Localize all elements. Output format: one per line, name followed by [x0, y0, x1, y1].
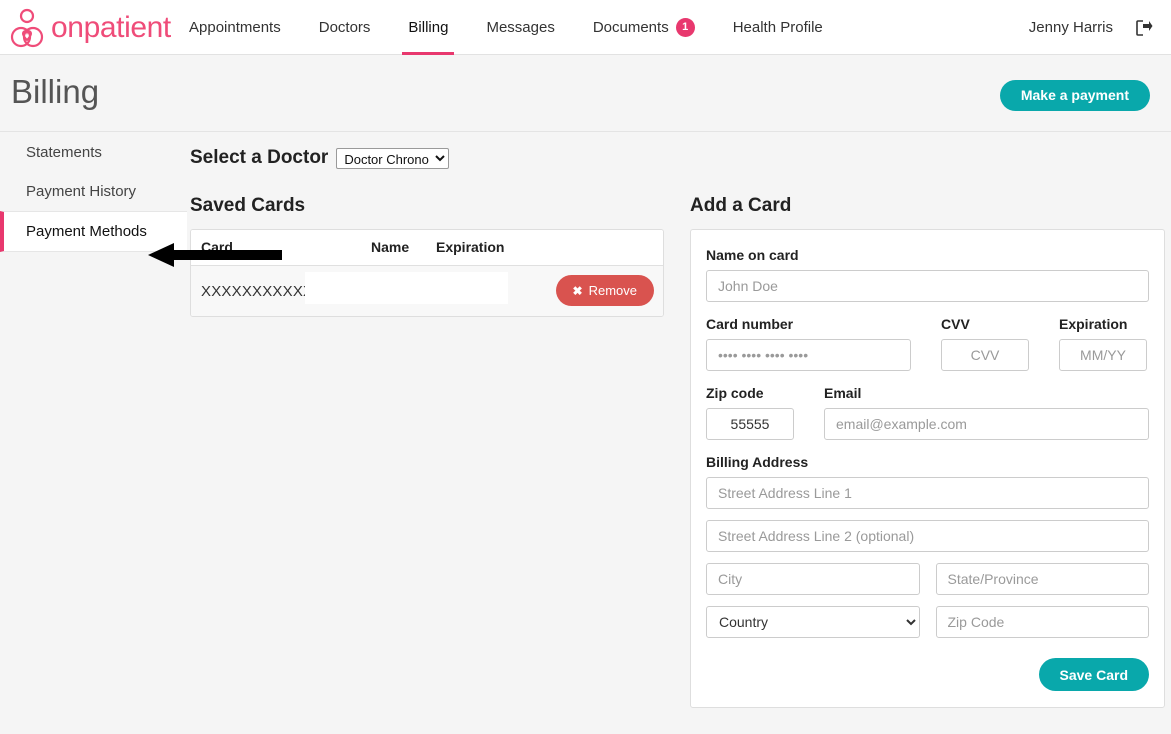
page-header: Billing Make a payment: [0, 55, 1171, 132]
city-state-row: [706, 563, 1149, 595]
table-row: XXXXXXXXXXXX ✖ Remove: [191, 266, 663, 316]
billing-address-label: Billing Address: [706, 454, 809, 470]
brand-logo[interactable]: onpatient: [10, 5, 171, 50]
save-card-button[interactable]: Save Card: [1038, 658, 1149, 691]
brand-name: onpatient: [51, 10, 171, 44]
cvv-label: CVV: [941, 316, 970, 332]
email-input[interactable]: [824, 408, 1149, 440]
email-label: Email: [824, 385, 862, 401]
expiration-group: Expiration: [1059, 316, 1147, 371]
billing-address-group: Billing Address: [706, 454, 1149, 509]
nav-item-label: Messages: [486, 19, 555, 36]
remove-card-button[interactable]: ✖ Remove: [555, 275, 654, 306]
nav-item-documents[interactable]: Documents 1: [574, 0, 714, 55]
saved-cards-column: Saved Cards Card Name Expiration XXXXXXX…: [190, 195, 664, 317]
nav-item-health-profile[interactable]: Health Profile: [714, 0, 842, 55]
documents-count-badge: 1: [675, 18, 695, 37]
card-number-input[interactable]: [706, 339, 911, 371]
add-card-form: Name on card Card number CVV Expiration: [690, 229, 1165, 708]
make-payment-button[interactable]: Make a payment: [999, 80, 1150, 111]
zip-email-row: Zip code Email: [706, 385, 1149, 440]
add-card-title: Add a Card: [690, 195, 792, 216]
street-address-2-input[interactable]: [706, 520, 1149, 552]
redaction-overlay: [305, 272, 508, 304]
cvv-group: CVV: [941, 316, 1029, 371]
street-address-2-group: [706, 520, 1149, 552]
person-heart-logo-icon: [10, 8, 44, 47]
sidebar-item-payment-history[interactable]: Payment History: [0, 172, 187, 211]
country-group: Country: [706, 606, 920, 638]
expiration-input[interactable]: [1059, 339, 1147, 371]
page-title: Billing: [11, 73, 100, 110]
select-doctor-row: Select a Doctor Doctor Chrono: [190, 147, 450, 169]
zipcode-group: [935, 606, 1149, 638]
nav-item-messages[interactable]: Messages: [467, 0, 573, 55]
select-doctor-label: Select a Doctor: [190, 147, 329, 168]
close-x-icon: ✖: [572, 283, 583, 298]
nav-item-label: Documents: [592, 19, 669, 36]
card-number-group: Card number: [706, 316, 911, 371]
saved-cards-title: Saved Cards: [190, 195, 306, 216]
country-select[interactable]: Country: [706, 606, 920, 638]
cvv-input[interactable]: [941, 339, 1029, 371]
column-header-name: Name: [371, 239, 410, 255]
sidebar-item-label: Statements: [26, 144, 102, 161]
sidebar-item-payment-methods[interactable]: Payment Methods: [0, 211, 187, 252]
nav-item-billing[interactable]: Billing: [389, 0, 467, 55]
zip-code-label: Zip code: [706, 385, 764, 401]
city-input[interactable]: [706, 563, 920, 595]
column-header-expiration: Expiration: [436, 239, 505, 255]
sidebar-item-label: Payment Methods: [26, 223, 147, 240]
logout-icon[interactable]: [1135, 19, 1153, 37]
zipcode-input[interactable]: [935, 606, 1149, 638]
nav-links: Appointments Doctors Billing Messages Do…: [170, 0, 842, 55]
email-group: Email: [824, 385, 1149, 440]
street-address-1-input[interactable]: [706, 477, 1149, 509]
expiration-label: Expiration: [1059, 316, 1128, 332]
doctor-select[interactable]: Doctor Chrono: [336, 147, 450, 169]
remove-card-label: Remove: [588, 283, 637, 298]
saved-cards-panel: Card Name Expiration XXXXXXXXXXXX ✖ Remo…: [190, 229, 664, 317]
zip-code-input[interactable]: [706, 408, 794, 440]
nav-item-doctors[interactable]: Doctors: [300, 0, 390, 55]
nav-item-appointments[interactable]: Appointments: [170, 0, 300, 55]
user-name[interactable]: Jenny Harris: [1029, 19, 1113, 36]
add-card-column: Add a Card Name on card Card number CVV …: [690, 195, 1165, 708]
state-province-input[interactable]: [935, 563, 1149, 595]
zip-code-group: Zip code: [706, 385, 794, 440]
top-navbar: onpatient Appointments Doctors Billing M…: [0, 0, 1171, 55]
name-on-card-label: Name on card: [706, 247, 799, 263]
card-number-row: Card number CVV Expiration: [706, 316, 1149, 371]
nav-item-label: Doctors: [318, 19, 371, 36]
saved-cards-header-row: Card Name Expiration: [191, 230, 663, 266]
sidebar-item-label: Payment History: [26, 183, 137, 200]
country-zip-row: Country: [706, 606, 1149, 638]
card-number-label: Card number: [706, 316, 794, 332]
city-group: [706, 563, 920, 595]
sidebar-item-statements[interactable]: Statements: [0, 133, 187, 172]
nav-item-label: Appointments: [189, 19, 281, 36]
nav-item-label: Billing: [408, 19, 449, 36]
navbar-right: Jenny Harris: [1029, 0, 1153, 55]
sidebar: Statements Payment History Payment Metho…: [0, 133, 187, 252]
name-on-card-input[interactable]: [706, 270, 1149, 302]
state-group: [935, 563, 1149, 595]
column-header-card: Card: [201, 239, 233, 255]
nav-item-label: Health Profile: [732, 19, 823, 36]
